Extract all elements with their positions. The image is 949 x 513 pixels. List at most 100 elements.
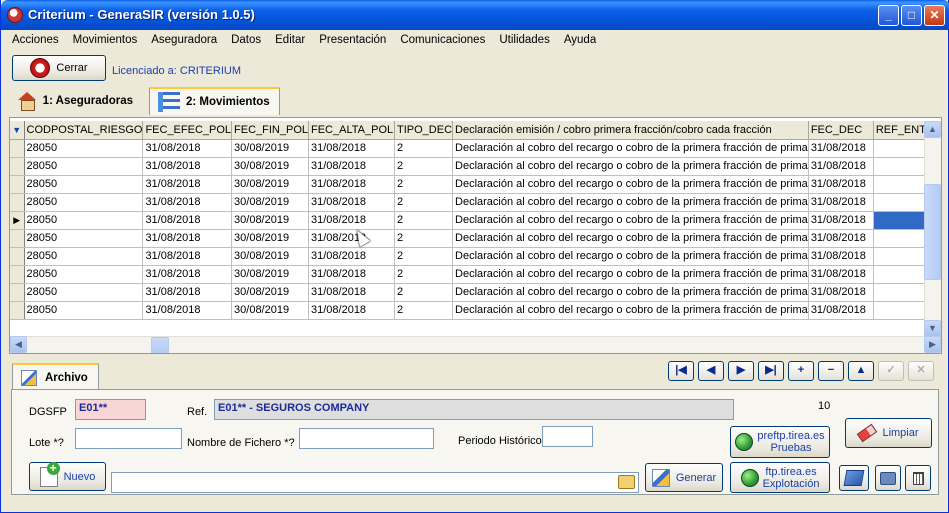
table-cell[interactable]: 31/08/2018 bbox=[142, 139, 233, 158]
horizontal-scroll-thumb[interactable] bbox=[151, 337, 169, 353]
table-cell[interactable]: 31/08/2018 bbox=[308, 283, 395, 302]
title-bar[interactable]: Criterium - GeneraSIR (versión 1.0.5) _ … bbox=[1, 0, 949, 30]
table-cell[interactable]: Declaración al cobro del recargo o cobro… bbox=[452, 301, 809, 320]
row-indicator[interactable] bbox=[10, 139, 25, 158]
movimientos-grid[interactable]: ▼ CODPOSTAL_RIESGO FEC_EFEC_POL FEC_FIN_… bbox=[9, 117, 942, 354]
row-indicator[interactable] bbox=[10, 229, 25, 248]
minimize-button[interactable]: _ bbox=[878, 5, 899, 26]
table-row[interactable]: 28050 31/08/2018 30/08/2019 31/08/2018 2 Decl… bbox=[10, 301, 940, 320]
table-cell[interactable]: 31/08/2018 bbox=[308, 247, 395, 266]
table-row[interactable]: 28050 31/08/2018 30/08/2019 31/08/2018 2 Decl… bbox=[10, 265, 940, 284]
close-button[interactable]: ✕ bbox=[924, 5, 945, 26]
menu-utilidades[interactable]: Utilidades bbox=[492, 34, 557, 46]
generar-button[interactable]: Generar bbox=[645, 463, 723, 492]
table-cell[interactable]: 28050 bbox=[24, 175, 144, 194]
delete-record-button[interactable]: − bbox=[818, 361, 844, 381]
dgsfp-field[interactable]: E01** bbox=[75, 399, 146, 420]
table-cell[interactable]: 31/08/2018 bbox=[308, 139, 395, 158]
prev-record-button[interactable]: ◀ bbox=[698, 361, 724, 381]
cerrar-button[interactable]: Cerrar bbox=[12, 55, 106, 81]
table-cell[interactable]: 30/08/2019 bbox=[231, 175, 309, 194]
lote-field[interactable] bbox=[75, 428, 182, 449]
scroll-up-button[interactable]: ▲ bbox=[924, 121, 941, 138]
table-cell[interactable]: Declaración al cobro del recargo o cobro… bbox=[452, 265, 809, 284]
nombre-fichero-field[interactable] bbox=[299, 428, 434, 449]
table-cell[interactable]: 31/08/2018 bbox=[808, 265, 874, 284]
table-cell[interactable]: 2 bbox=[394, 193, 454, 212]
table-cell[interactable]: 2 bbox=[394, 139, 454, 158]
column-header[interactable]: Declaración emisión / cobro primera frac… bbox=[452, 121, 809, 140]
table-cell[interactable]: 31/08/2018 bbox=[308, 157, 395, 176]
edit-record-button[interactable]: ▲ bbox=[848, 361, 874, 381]
table-cell[interactable]: Declaración al cobro del recargo o cobro… bbox=[452, 247, 809, 266]
table-cell[interactable]: 28050 bbox=[24, 301, 144, 320]
table-cell[interactable]: 31/08/2018 bbox=[308, 265, 395, 284]
table-cell[interactable]: 2 bbox=[394, 211, 454, 230]
column-header[interactable]: FEC_DEC bbox=[808, 121, 874, 140]
file-path-field[interactable] bbox=[111, 472, 639, 493]
table-cell[interactable]: Declaración al cobro del recargo o cobro… bbox=[452, 139, 809, 158]
horizontal-scrollbar[interactable]: ◀ ▶ bbox=[10, 336, 941, 353]
table-cell[interactable]: 30/08/2019 bbox=[231, 247, 309, 266]
table-cell[interactable]: 31/08/2018 bbox=[808, 157, 874, 176]
menu-ayuda[interactable]: Ayuda bbox=[557, 34, 603, 46]
row-indicator[interactable] bbox=[10, 247, 25, 266]
table-row[interactable]: 28050 31/08/2018 30/08/2019 31/08/2018 2 Decl… bbox=[10, 139, 940, 158]
table-cell[interactable]: 30/08/2019 bbox=[231, 139, 309, 158]
table-row[interactable]: 28050 31/08/2018 30/08/2019 31/08/2018 2 Decl… bbox=[10, 175, 940, 194]
next-record-button[interactable]: ▶ bbox=[728, 361, 754, 381]
table-cell[interactable]: 31/08/2018 bbox=[308, 211, 395, 230]
table-cell[interactable]: 31/08/2018 bbox=[808, 247, 874, 266]
table-cell[interactable]: 30/08/2019 bbox=[231, 157, 309, 176]
table-cell[interactable]: 2 bbox=[394, 247, 454, 266]
column-header[interactable]: FEC_ALTA_POL bbox=[308, 121, 395, 140]
menu-editar[interactable]: Editar bbox=[268, 34, 312, 46]
table-cell[interactable]: 2 bbox=[394, 301, 454, 320]
table-cell[interactable]: Declaración al cobro del recargo o cobro… bbox=[452, 229, 809, 248]
table-cell[interactable]: 28050 bbox=[24, 211, 144, 230]
tab-movimientos[interactable]: 2: Movimientos bbox=[149, 87, 280, 115]
table-cell[interactable]: 31/08/2018 bbox=[142, 301, 233, 320]
table-cell[interactable]: 31/08/2018 bbox=[308, 175, 395, 194]
table-cell[interactable]: 28050 bbox=[24, 247, 144, 266]
table-cell[interactable]: 2 bbox=[394, 157, 454, 176]
table-row[interactable]: ▶ 28050 31/08/2018 30/08/2019 31/08/2018 2 Dec… bbox=[10, 211, 940, 230]
table-cell[interactable]: 30/08/2019 bbox=[231, 283, 309, 302]
menu-datos[interactable]: Datos bbox=[224, 34, 268, 46]
explotacion-ftp-button[interactable]: ftp.tirea.es Explotación bbox=[730, 462, 830, 493]
vertical-scroll-thumb[interactable] bbox=[924, 184, 941, 280]
table-cell[interactable]: 30/08/2019 bbox=[231, 229, 309, 248]
table-cell[interactable]: 2 bbox=[394, 175, 454, 194]
periodo-field[interactable] bbox=[542, 426, 593, 447]
pruebas-ftp-button[interactable]: preftp.tirea.es Pruebas bbox=[730, 426, 830, 458]
table-cell[interactable]: 30/08/2019 bbox=[231, 211, 309, 230]
scroll-left-button[interactable]: ◀ bbox=[10, 336, 27, 353]
cancel-record-button[interactable]: ✕ bbox=[908, 361, 934, 381]
table-cell[interactable]: Declaración al cobro del recargo o cobro… bbox=[452, 157, 809, 176]
table-cell[interactable]: 2 bbox=[394, 265, 454, 284]
table-cell[interactable]: 31/08/2018 bbox=[142, 175, 233, 194]
table-cell[interactable]: 31/08/2018 bbox=[142, 247, 233, 266]
table-cell[interactable]: 31/08/2018 bbox=[808, 211, 874, 230]
table-cell[interactable]: 31/08/2018 bbox=[142, 265, 233, 284]
browse-folder-icon[interactable] bbox=[618, 475, 635, 489]
vertical-scrollbar[interactable]: ▲ ▼ bbox=[924, 121, 941, 337]
tab-archivo[interactable]: Archivo bbox=[12, 363, 99, 390]
menu-presentacion[interactable]: Presentación bbox=[312, 34, 393, 46]
menu-movimientos[interactable]: Movimientos bbox=[66, 34, 145, 46]
column-header[interactable]: FEC_EFEC_POL bbox=[142, 121, 233, 140]
row-indicator[interactable] bbox=[10, 283, 25, 302]
scroll-right-button[interactable]: ▶ bbox=[924, 336, 941, 353]
table-cell[interactable]: 31/08/2018 bbox=[808, 301, 874, 320]
table-cell[interactable]: Declaración al cobro del recargo o cobro… bbox=[452, 211, 809, 230]
insert-record-button[interactable]: + bbox=[788, 361, 814, 381]
table-cell[interactable]: 31/08/2018 bbox=[808, 229, 874, 248]
table-cell[interactable]: 31/08/2018 bbox=[308, 193, 395, 212]
table-row[interactable]: 28050 31/08/2018 30/08/2019 31/08/2018 2 Decl… bbox=[10, 229, 940, 248]
nuevo-button[interactable]: Nuevo bbox=[29, 461, 106, 491]
menu-comunicaciones[interactable]: Comunicaciones bbox=[393, 34, 492, 46]
maximize-button[interactable]: □ bbox=[901, 5, 922, 26]
last-record-button[interactable]: ▶| bbox=[758, 361, 784, 381]
post-record-button[interactable]: ✓ bbox=[878, 361, 904, 381]
menu-acciones[interactable]: Acciones bbox=[5, 34, 66, 46]
